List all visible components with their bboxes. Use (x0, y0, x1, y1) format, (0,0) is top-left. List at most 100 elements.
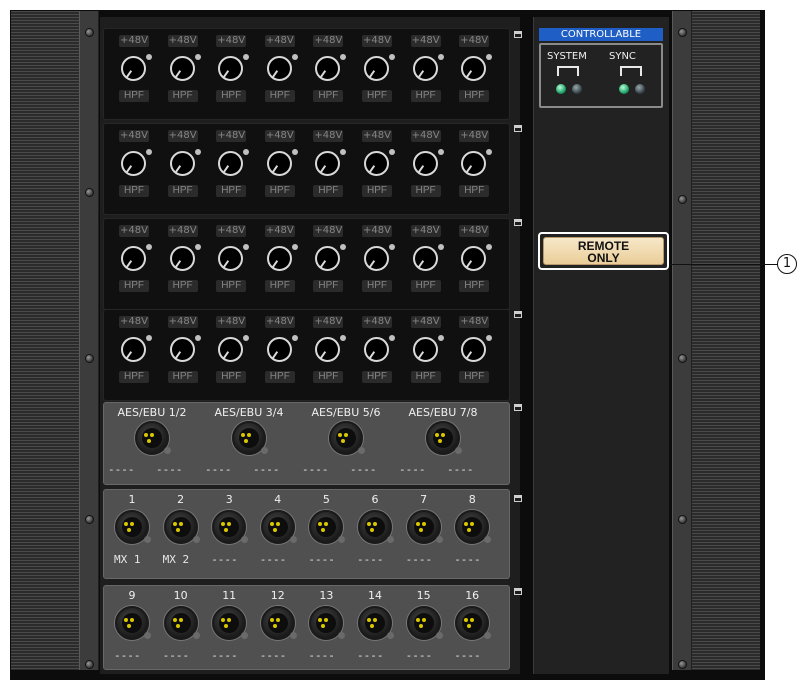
phantom-48v-button[interactable]: +48V (216, 35, 247, 47)
phantom-48v-button[interactable]: +48V (216, 316, 247, 328)
phantom-48v-button[interactable]: +48V (410, 130, 441, 142)
hpf-button[interactable]: HPF (119, 90, 149, 102)
popup-icon[interactable] (514, 404, 522, 411)
gain-knob[interactable] (364, 151, 389, 176)
mic-input-card-1[interactable]: +48V HPF +48V HPF +48V HPF +48V HPF +48V HPF +48V H… (103, 28, 510, 120)
output-xlr-icon[interactable] (163, 606, 200, 640)
gain-knob[interactable] (169, 56, 195, 81)
output-xlr-icon[interactable] (309, 606, 346, 640)
phantom-48v-button[interactable]: +48V (313, 225, 344, 237)
gain-knob[interactable] (412, 56, 438, 81)
hpf-button[interactable]: HPF (167, 280, 198, 292)
gain-knob[interactable] (412, 151, 438, 176)
gain-knob[interactable] (218, 246, 244, 271)
hpf-button[interactable]: HPF (410, 90, 441, 102)
mic-input-card-3[interactable]: +48V HPF +48V HPF +48V HPF +48V HPF +48V HPF +48V H… (103, 218, 510, 310)
phantom-48v-button[interactable]: +48V (264, 130, 295, 142)
popup-icon[interactable] (514, 495, 522, 502)
gain-knob[interactable] (266, 151, 292, 176)
gain-knob[interactable] (364, 246, 389, 271)
hpf-button[interactable]: HPF (362, 371, 392, 383)
gain-knob[interactable] (315, 151, 341, 176)
output-xlr-icon[interactable] (212, 510, 249, 544)
hpf-button[interactable]: HPF (459, 185, 490, 197)
hpf-button[interactable]: HPF (167, 90, 198, 102)
phantom-48v-button[interactable]: +48V (459, 35, 490, 47)
hpf-button[interactable]: HPF (410, 371, 441, 383)
phantom-48v-button[interactable]: +48V (264, 225, 295, 237)
output-xlr-icon[interactable] (115, 606, 151, 640)
phantom-48v-button[interactable]: +48V (362, 316, 392, 328)
output-xlr-icon[interactable] (406, 606, 443, 640)
gain-knob[interactable] (461, 337, 487, 362)
phantom-48v-button[interactable]: +48V (167, 130, 198, 142)
gain-knob[interactable] (315, 337, 341, 362)
hpf-button[interactable]: HPF (362, 185, 392, 197)
hpf-button[interactable]: HPF (459, 90, 490, 102)
phantom-48v-button[interactable]: +48V (459, 130, 490, 142)
output-xlr-icon[interactable] (115, 510, 151, 544)
popup-icon[interactable] (514, 588, 522, 595)
hpf-button[interactable]: HPF (313, 371, 344, 383)
gain-knob[interactable] (461, 151, 487, 176)
output-xlr-icon[interactable] (163, 510, 200, 544)
output-xlr-icon[interactable] (455, 510, 492, 544)
phantom-48v-button[interactable]: +48V (167, 35, 198, 47)
hpf-button[interactable]: HPF (459, 280, 490, 292)
output-xlr-icon[interactable] (358, 510, 394, 544)
hpf-button[interactable]: HPF (216, 185, 247, 197)
gain-knob[interactable] (266, 337, 292, 362)
phantom-48v-button[interactable]: +48V (410, 225, 441, 237)
remote-only-face[interactable]: REMOTE ONLY (543, 237, 664, 265)
phantom-48v-button[interactable]: +48V (362, 225, 392, 237)
gain-knob[interactable] (266, 56, 292, 81)
gain-knob[interactable] (218, 337, 244, 362)
remote-only-button[interactable]: REMOTE ONLY (538, 232, 669, 270)
hpf-button[interactable]: HPF (410, 280, 441, 292)
output-xlr-icon[interactable] (309, 510, 346, 544)
gain-knob[interactable] (121, 246, 146, 271)
gain-knob[interactable] (169, 151, 195, 176)
hpf-button[interactable]: HPF (362, 90, 392, 102)
hpf-button[interactable]: HPF (459, 371, 490, 383)
phantom-48v-button[interactable]: +48V (216, 130, 247, 142)
gain-knob[interactable] (461, 56, 487, 81)
gain-knob[interactable] (315, 56, 341, 81)
gain-knob[interactable] (121, 56, 146, 81)
gain-knob[interactable] (218, 56, 244, 81)
hpf-button[interactable]: HPF (313, 280, 344, 292)
hpf-button[interactable]: HPF (410, 185, 441, 197)
phantom-48v-button[interactable]: +48V (313, 35, 344, 47)
output-xlr-icon[interactable] (358, 606, 394, 640)
popup-icon[interactable] (514, 219, 522, 226)
output-card-1-8[interactable]: 1 MX 1 2 MX 2 3 ---- 4 ---- 5 ---- 6 ---- 7 ---- 8 ---- (103, 489, 510, 579)
hpf-button[interactable]: HPF (119, 185, 149, 197)
phantom-48v-button[interactable]: +48V (313, 130, 344, 142)
gain-knob[interactable] (412, 337, 438, 362)
gain-knob[interactable] (412, 246, 438, 271)
hpf-button[interactable]: HPF (264, 90, 295, 102)
gain-knob[interactable] (364, 56, 389, 81)
hpf-button[interactable]: HPF (119, 280, 149, 292)
phantom-48v-button[interactable]: +48V (119, 225, 149, 237)
output-card-9-16[interactable]: 9 ---- 10 ---- 11 ---- 12 ---- 13 ---- 14 ---- 15 ---… (103, 585, 510, 670)
gain-knob[interactable] (266, 246, 292, 271)
gain-knob[interactable] (461, 246, 487, 271)
gain-knob[interactable] (169, 337, 195, 362)
hpf-button[interactable]: HPF (313, 185, 344, 197)
output-xlr-icon[interactable] (406, 510, 443, 544)
gain-knob[interactable] (218, 151, 244, 176)
hpf-button[interactable]: HPF (167, 371, 198, 383)
mic-input-card-2[interactable]: +48V HPF +48V HPF +48V HPF +48V HPF +48V HPF +48V H… (103, 123, 510, 215)
popup-icon[interactable] (514, 125, 522, 132)
phantom-48v-button[interactable]: +48V (362, 130, 392, 142)
output-xlr-icon[interactable] (260, 606, 297, 640)
hpf-button[interactable]: HPF (362, 280, 392, 292)
output-xlr-icon[interactable] (260, 510, 297, 544)
phantom-48v-button[interactable]: +48V (167, 316, 198, 328)
gain-knob[interactable] (169, 246, 195, 271)
hpf-button[interactable]: HPF (264, 280, 295, 292)
phantom-48v-button[interactable]: +48V (410, 35, 441, 47)
gain-knob[interactable] (315, 246, 341, 271)
hpf-button[interactable]: HPF (216, 280, 247, 292)
